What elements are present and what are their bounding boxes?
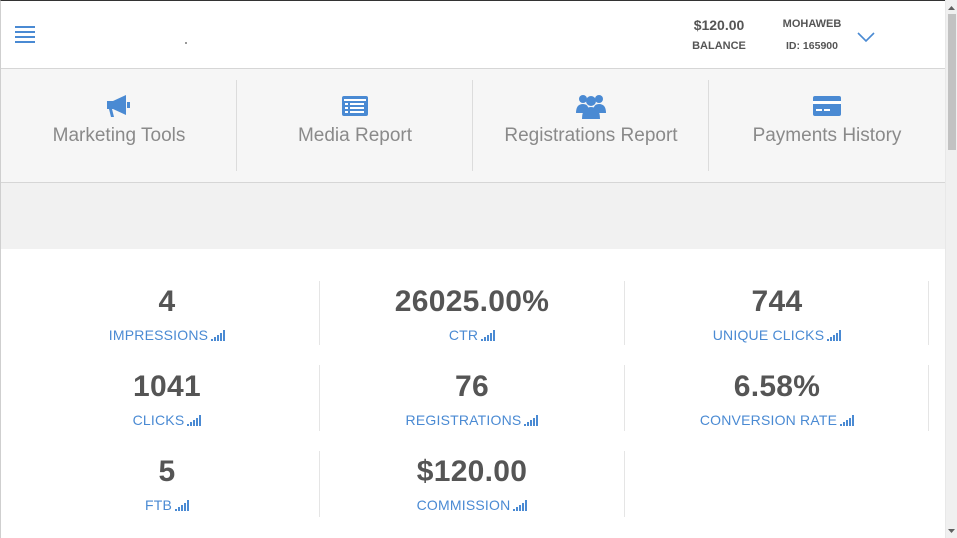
stat-conversion-rate: 6.58% CONVERSION RATE: [625, 370, 929, 430]
page-banner-area: [1, 183, 945, 249]
stat-label: FTB: [144, 497, 173, 513]
stat-link[interactable]: CONVERSION RATE: [699, 412, 855, 428]
nav-label: Payments History: [752, 125, 902, 146]
credit-card-icon: [813, 96, 841, 116]
signal-bars-icon: [175, 500, 190, 511]
stat-clicks: 1041 CLICKS: [15, 370, 319, 430]
stat-link[interactable]: UNIQUE CLICKS: [713, 327, 842, 343]
balance-amount: $120.00: [693, 17, 745, 33]
stat-registrations: 76 REGISTRATIONS: [320, 370, 624, 430]
chevron-down-icon[interactable]: [856, 30, 876, 44]
balance-label: BALANCE: [692, 40, 746, 52]
users-icon: [576, 95, 606, 119]
stat-label: COMMISSION: [416, 497, 511, 513]
stat-link[interactable]: REGISTRATIONS: [406, 412, 539, 428]
top-header: $120.00 BALANCE MOHAWEB ID: 165900: [1, 1, 945, 69]
stat-value: 6.58%: [733, 370, 821, 403]
vertical-scrollbar[interactable]: [945, 0, 957, 538]
scrollbar-thumb[interactable]: [948, 14, 956, 150]
stat-link[interactable]: COMMISSION: [417, 497, 528, 513]
stat-impressions: 4 IMPRESSIONS: [15, 285, 319, 345]
megaphone-icon: [107, 95, 130, 117]
scroll-up-arrow-icon[interactable]: [946, 3, 957, 13]
stat-link[interactable]: FTB: [144, 497, 190, 513]
stat-label: CTR: [448, 327, 479, 343]
balance-display: $120.00 BALANCE: [679, 17, 759, 52]
stat-label: IMPRESSIONS: [108, 327, 209, 343]
stat-ftb: 5 FTB: [15, 455, 319, 515]
stats-grid: 4 IMPRESSIONS 26025.00% CTR 744 UNIQUE C…: [1, 249, 945, 538]
stat-divider: [624, 451, 625, 517]
logo-placeholder: [185, 42, 187, 44]
user-name: MOHAWEB: [782, 18, 842, 30]
stat-label: REGISTRATIONS: [405, 412, 522, 428]
signal-bars-icon: [211, 330, 226, 341]
nav-media-report[interactable]: Media Report: [237, 69, 473, 182]
page-content: $120.00 BALANCE MOHAWEB ID: 165900 Marke…: [1, 1, 945, 538]
signal-bars-icon: [840, 415, 855, 426]
stat-label: CLICKS: [132, 412, 185, 428]
signal-bars-icon: [481, 330, 496, 341]
stat-label: CONVERSION RATE: [699, 412, 838, 428]
signal-bars-icon: [524, 415, 539, 426]
user-info[interactable]: MOHAWEB ID: 165900: [771, 18, 853, 52]
stat-commission: $120.00 COMMISSION: [320, 455, 624, 515]
nav-label: Marketing Tools: [52, 125, 186, 146]
stat-link[interactable]: IMPRESSIONS: [108, 327, 226, 343]
stat-value: 26025.00%: [394, 285, 550, 318]
stat-ctr: 26025.00% CTR: [320, 285, 624, 345]
stat-value: 5: [158, 455, 176, 488]
nav-registrations-report[interactable]: Registrations Report: [473, 69, 709, 182]
stat-value: 1041: [133, 370, 201, 403]
stat-value: 76: [455, 370, 489, 403]
stat-link[interactable]: CTR: [448, 327, 496, 343]
signal-bars-icon: [827, 330, 842, 341]
stat-value: 744: [751, 285, 803, 318]
stat-unique-clicks: 744 UNIQUE CLICKS: [625, 285, 929, 345]
hamburger-menu-icon[interactable]: [15, 26, 35, 43]
nav-payments-history[interactable]: Payments History: [709, 69, 945, 182]
nav-label: Media Report: [297, 125, 413, 146]
stat-value: 4: [158, 285, 176, 318]
stat-label: UNIQUE CLICKS: [712, 327, 825, 343]
stat-link[interactable]: CLICKS: [133, 412, 202, 428]
main-nav: Marketing Tools Media Report Registratio…: [1, 69, 945, 183]
stat-value: $120.00: [416, 455, 528, 488]
nav-marketing-tools[interactable]: Marketing Tools: [1, 69, 237, 182]
scroll-down-arrow-icon[interactable]: [946, 526, 957, 536]
nav-label: Registrations Report: [504, 125, 678, 146]
signal-bars-icon: [187, 415, 202, 426]
media-report-icon: [342, 96, 368, 116]
signal-bars-icon: [513, 500, 528, 511]
user-id: ID: 165900: [786, 40, 838, 52]
